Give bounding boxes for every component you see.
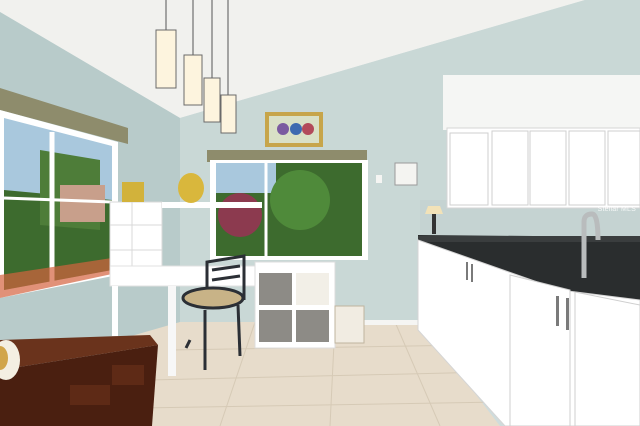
framed-picture	[265, 112, 323, 147]
wicker-basket	[334, 305, 365, 344]
upper-cabinets	[443, 75, 640, 209]
cube-storage-baskets	[254, 261, 336, 349]
yellow-vase	[178, 173, 204, 203]
watermark-text: Stellar MLS	[597, 206, 636, 213]
kitchen-photo	[0, 0, 640, 426]
yellow-basket	[122, 182, 144, 202]
light-switch	[376, 175, 382, 183]
thermostat	[394, 162, 418, 186]
wooden-dresser	[0, 335, 158, 426]
baseboard	[360, 320, 420, 325]
